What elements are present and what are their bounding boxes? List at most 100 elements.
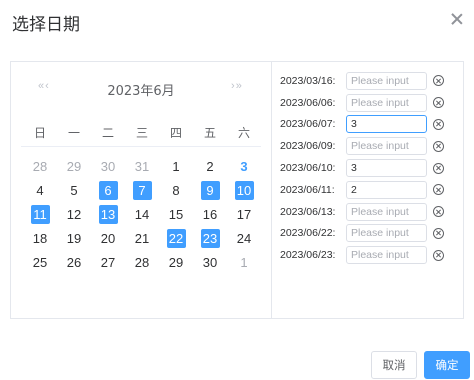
remove-date-icon[interactable]	[433, 184, 444, 196]
day-number: 27	[100, 254, 116, 270]
day-cell[interactable]: 14	[125, 202, 159, 226]
date-entry-row: 2023/06/10: 3	[280, 157, 460, 179]
day-cell[interactable]: 7	[125, 178, 159, 202]
day-number: 7	[132, 180, 152, 200]
day-cell[interactable]: 17	[227, 202, 261, 226]
date-entry-row: 2023/06/23: Please input	[280, 244, 460, 266]
day-number: 20	[100, 230, 116, 246]
panel-divider	[271, 62, 272, 318]
day-number: 6	[98, 180, 118, 200]
remove-date-icon[interactable]	[433, 162, 444, 174]
next-month-icon[interactable]: › »	[231, 80, 242, 92]
remove-date-icon[interactable]	[433, 97, 444, 109]
day-cell[interactable]: 24	[227, 226, 261, 250]
day-cell[interactable]: 9	[193, 178, 227, 202]
day-cell[interactable]: 6	[91, 178, 125, 202]
remove-date-icon[interactable]	[433, 206, 444, 218]
day-grid: 28 29 30 31 1 2 3 4 5 6 7 8 9 10 11 12 13 14 15 16 17 18 19 20 2…	[23, 154, 261, 274]
weekday-label: 四	[169, 126, 182, 140]
day-number: 3	[240, 158, 248, 174]
date-entry-row: 2023/06/09: Please input	[280, 135, 460, 157]
day-number: 18	[32, 230, 48, 246]
day-cell[interactable]: 8	[159, 178, 193, 202]
day-cell[interactable]: 16	[193, 202, 227, 226]
day-cell[interactable]: 30	[91, 154, 125, 178]
day-cell[interactable]: 1	[159, 154, 193, 178]
date-entry-input[interactable]: Please input	[346, 71, 427, 90]
day-cell[interactable]: 27	[91, 250, 125, 274]
day-cell[interactable]: 15	[159, 202, 193, 226]
date-entry-label: 2023/06/23:	[280, 249, 336, 262]
day-number: 23	[200, 228, 220, 248]
day-cell[interactable]: 26	[57, 250, 91, 274]
confirm-button[interactable]: 确定	[424, 351, 470, 379]
date-entry-input[interactable]: Please input	[346, 224, 427, 243]
date-entry-label: 2023/06/10:	[280, 162, 336, 175]
day-cell[interactable]: 10	[227, 178, 261, 202]
remove-date-icon[interactable]	[433, 118, 444, 130]
day-number: 31	[134, 158, 150, 174]
day-cell[interactable]: 28	[125, 250, 159, 274]
day-number: 24	[236, 230, 252, 246]
calendar: « ‹ 2023年6月 › » 日一二三四五六 28 29 30 31 1 2 3 4 5 6 7 8…	[11, 62, 271, 318]
date-entry-label: 2023/06/09:	[280, 140, 336, 153]
day-number: 8	[172, 182, 180, 198]
date-entry-row: 2023/06/11: 2	[280, 179, 460, 201]
day-cell[interactable]: 1	[227, 250, 261, 274]
day-number: 22	[166, 228, 186, 248]
day-cell[interactable]: 13	[91, 202, 125, 226]
day-cell[interactable]: 19	[57, 226, 91, 250]
day-cell[interactable]: 12	[57, 202, 91, 226]
remove-date-icon[interactable]	[433, 75, 444, 87]
day-cell[interactable]: 25	[23, 250, 57, 274]
date-entry-input[interactable]: 3	[346, 159, 427, 178]
weekday-row: 日一二三四五六	[23, 124, 261, 141]
day-number: 28	[134, 254, 150, 270]
remove-date-icon[interactable]	[433, 227, 444, 239]
day-cell[interactable]: 18	[23, 226, 57, 250]
date-entry-label: 2023/06/22:	[280, 227, 336, 240]
day-number: 17	[236, 206, 252, 222]
date-entry-input[interactable]: Please input	[346, 137, 427, 156]
weekday-label: 一	[67, 126, 80, 140]
day-number: 16	[202, 206, 218, 222]
day-cell[interactable]: 3	[227, 154, 261, 178]
day-number: 28	[32, 158, 48, 174]
date-entry-row: 2023/06/22: Please input	[280, 223, 460, 245]
date-entry-input[interactable]: Please input	[346, 93, 427, 112]
day-cell[interactable]: 4	[23, 178, 57, 202]
day-cell[interactable]: 29	[159, 250, 193, 274]
day-number: 30	[202, 254, 218, 270]
date-entry-input[interactable]: Please input	[346, 246, 427, 265]
cancel-button[interactable]: 取消	[371, 351, 417, 379]
day-cell[interactable]: 20	[91, 226, 125, 250]
day-cell[interactable]: 11	[23, 202, 57, 226]
date-entry-row: 2023/06/13: Please input	[280, 201, 460, 223]
date-entry-input[interactable]: 3	[346, 115, 427, 134]
day-cell[interactable]: 23	[193, 226, 227, 250]
day-cell[interactable]: 29	[57, 154, 91, 178]
day-number: 29	[66, 158, 82, 174]
date-entry-list: 2023/03/16: Please input 2023/06/06: Please…	[280, 70, 460, 266]
weekday-divider	[21, 146, 261, 147]
close-icon[interactable]	[450, 12, 464, 26]
day-cell[interactable]: 31	[125, 154, 159, 178]
day-cell[interactable]: 30	[193, 250, 227, 274]
remove-date-icon[interactable]	[433, 140, 444, 152]
weekday-label: 二	[101, 126, 114, 140]
date-entry-input[interactable]: 2	[346, 180, 427, 199]
remove-date-icon[interactable]	[433, 249, 444, 261]
day-number: 10	[234, 180, 254, 200]
day-number: 1	[240, 254, 248, 270]
day-number: 14	[134, 206, 150, 222]
day-number: 26	[66, 254, 82, 270]
date-entry-row: 2023/06/07: 3	[280, 114, 460, 136]
day-cell[interactable]: 22	[159, 226, 193, 250]
day-number: 4	[36, 182, 44, 198]
weekday-label: 五	[203, 126, 216, 140]
day-cell[interactable]: 21	[125, 226, 159, 250]
date-entry-input[interactable]: Please input	[346, 202, 427, 221]
day-cell[interactable]: 28	[23, 154, 57, 178]
day-cell[interactable]: 5	[57, 178, 91, 202]
day-cell[interactable]: 2	[193, 154, 227, 178]
